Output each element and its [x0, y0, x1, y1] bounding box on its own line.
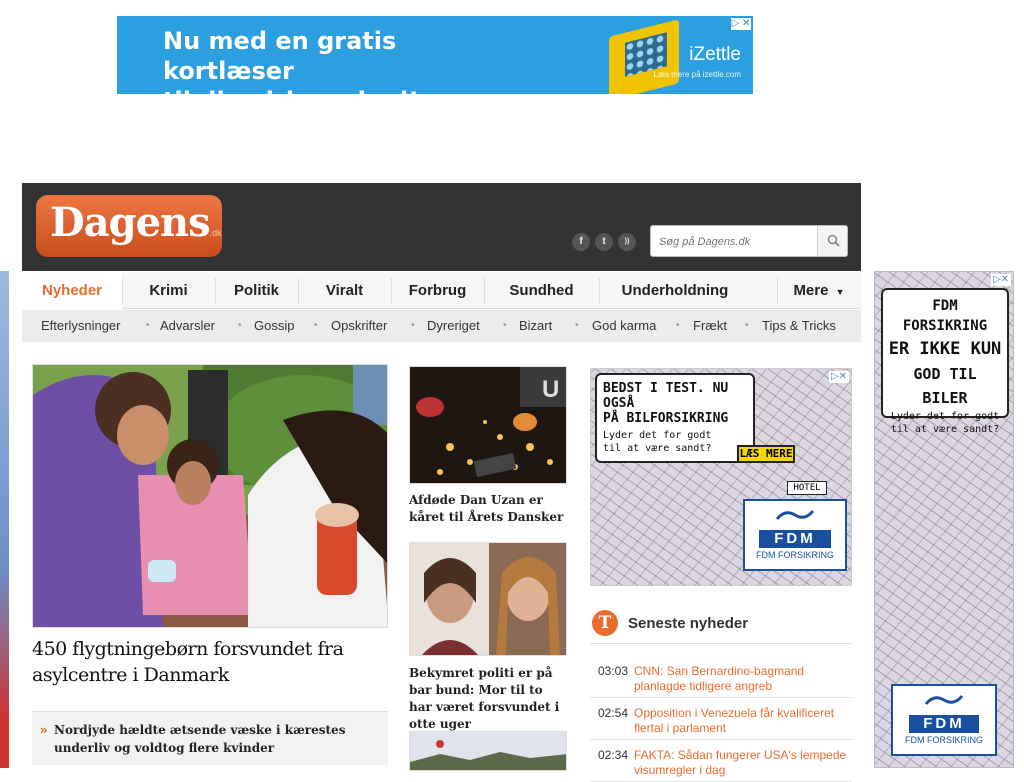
search-box [650, 225, 848, 257]
main-article-photo[interactable] [32, 364, 388, 628]
main-navigation: Nyheder Krimi Politik Viralt Forbrug Sun… [22, 272, 861, 309]
fdm-wave-icon [924, 695, 964, 705]
ad-sub-1: Lyder det for godt [890, 411, 1000, 422]
left-skyscraper-ad[interactable] [0, 271, 9, 768]
fdm-logo: FDM FDM FORSIKRING [891, 684, 997, 756]
search-icon [827, 234, 840, 247]
side-story-2-title[interactable]: Bekymret politi er på bar bund: Mor til … [409, 665, 567, 733]
latest-news-item[interactable]: 03:03 CNN: San Bernardino-bagmand planla… [590, 656, 852, 698]
sub-navigation: Efterlysninger • Advarsler • Gossip • Op… [22, 310, 861, 342]
sub-story[interactable]: » Nordjyde hældte ætsende væske i kærest… [32, 711, 388, 765]
subnav-opskrifter[interactable]: Opskrifter [331, 310, 387, 341]
caret-down-icon: ▼ [835, 287, 845, 297]
fdm-brand-name: FDM FORSIKRING [756, 550, 834, 560]
side-story-1-title[interactable]: Afdøde Dan Uzan er kåret til Årets Dansk… [409, 492, 567, 526]
ad-sub-2: til at være sandt? [603, 443, 712, 454]
nav-forbrug[interactable]: Forbrug [391, 272, 484, 309]
ad-brand: iZettle Læs mere på izettle.com [653, 44, 741, 79]
ad-brand-name: iZettle [689, 44, 741, 65]
fdm-brand-name: FDM FORSIKRING [905, 735, 983, 745]
ad-headline: Nu med en gratis kortlæser til din virks… [163, 26, 523, 94]
news-link[interactable]: Opposition i Venezuela får kvalificeret … [634, 706, 848, 736]
fdm-logo: FDM FDM FORSIKRING [743, 499, 847, 571]
nav-politik[interactable]: Politik [215, 272, 298, 309]
subnav-god-karma[interactable]: God karma [592, 310, 656, 341]
nav-more-label: Mere [793, 282, 829, 299]
ad-line-3: GOD TIL BILER [913, 365, 977, 407]
svg-text:U: U [542, 376, 559, 403]
fdm-insurance-ad[interactable]: BEDST I TEST. NU OGSÅ PÅ BILFORSIKRING L… [590, 368, 852, 586]
news-time: 02:34 [598, 748, 629, 762]
ad-headline-2: PÅ BILFORSIKRING [603, 411, 729, 426]
ad-hotel-sign: HOTEL [787, 481, 827, 495]
fdm-logo-text: FDM [759, 530, 831, 548]
subnav-gossip[interactable]: Gossip [254, 310, 294, 341]
adchoices-icon[interactable]: ▷✕ [991, 274, 1011, 286]
top-banner-ad[interactable]: Nu med en gratis kortlæser til din virks… [117, 16, 753, 94]
ad-brand-sub: Læs mere på izettle.com [653, 70, 741, 79]
ad-line-2: ER IKKE KUN [888, 339, 1002, 359]
latest-news-item[interactable]: 02:54 Opposition i Venezuela får kvalifi… [590, 698, 852, 740]
site-header: Dagens.dk f t )) [22, 183, 861, 271]
ad-sub-1: Lyder det for godt [603, 430, 712, 441]
latest-news-header: T Seneste nyheder [590, 606, 852, 644]
ad-cta-button[interactable]: LÆS MERE [737, 445, 795, 463]
adchoices-icon[interactable]: ▷ ✕ [731, 18, 751, 30]
ad-sub-2: til at være sandt? [890, 424, 1000, 435]
subnav-bizart[interactable]: Bizart [519, 310, 552, 341]
news-link[interactable]: FAKTA: Sådan fungerer USA's lempede visu… [634, 748, 848, 778]
subnav-tips-tricks[interactable]: Tips & Tricks [762, 310, 836, 341]
subnav-efterlysninger[interactable]: Efterlysninger [41, 310, 120, 341]
twitter-icon[interactable]: t [595, 233, 613, 251]
search-input[interactable] [659, 233, 815, 251]
right-skyscraper-ad[interactable]: FDM FORSIKRING ER IKKE KUN GOD TIL BILER… [874, 271, 1014, 768]
side-story-2-photo[interactable] [409, 542, 567, 656]
latest-news-icon: T [592, 610, 618, 636]
news-time: 03:03 [598, 664, 629, 678]
double-chevron-icon: » [40, 722, 48, 737]
side-story-1-photo[interactable]: U [409, 366, 567, 484]
fdm-wave-icon [775, 510, 815, 520]
nav-underholdning[interactable]: Underholdning [599, 272, 751, 309]
nav-more[interactable]: Mere ▼ [777, 272, 861, 309]
search-button[interactable] [817, 226, 847, 256]
adchoices-icon[interactable]: ▷✕ [829, 371, 849, 383]
nav-krimi[interactable]: Krimi [122, 272, 215, 309]
ad-headline-1: BEDST I TEST. NU OGSÅ [603, 381, 729, 411]
subnav-fraekt[interactable]: Frækt [693, 310, 727, 341]
ad-line-1: FDM FORSIKRING [902, 298, 988, 334]
ad-speech-bubble: FDM FORSIKRING ER IKKE KUN GOD TIL BILER… [881, 288, 1009, 435]
news-time: 02:54 [598, 706, 629, 720]
nav-sundhed[interactable]: Sundhed [484, 272, 599, 309]
ad-speech-bubble: BEDST I TEST. NU OGSÅ PÅ BILFORSIKRING L… [595, 373, 755, 463]
facebook-icon[interactable]: f [572, 233, 590, 251]
sub-story-title[interactable]: Nordjyde hældte ætsende væske i kærestes… [54, 721, 374, 757]
nav-nyheder[interactable]: Nyheder [22, 272, 122, 309]
fdm-logo-text: FDM [909, 715, 979, 733]
ad-line-2: til din virksomhed! [163, 86, 523, 94]
rss-icon[interactable]: )) [618, 233, 636, 251]
side-story-3-photo[interactable] [409, 731, 567, 771]
ad-line-1: Nu med en gratis kortlæser [163, 27, 397, 85]
site-logo[interactable]: Dagens.dk [36, 195, 222, 257]
latest-news-title: Seneste nyheder [628, 615, 749, 632]
nav-viralt[interactable]: Viralt [298, 272, 391, 309]
subnav-advarsler[interactable]: Advarsler [160, 310, 215, 341]
subnav-dyreriget[interactable]: Dyreriget [427, 310, 480, 341]
news-link[interactable]: CNN: San Bernardino-bagmand planlagde ti… [634, 664, 848, 694]
latest-news-item[interactable]: 02:34 FAKTA: Sådan fungerer USA's lemped… [590, 740, 852, 782]
main-article-title[interactable]: 450 flygtningebørn forsvundet fra asylce… [32, 636, 388, 688]
